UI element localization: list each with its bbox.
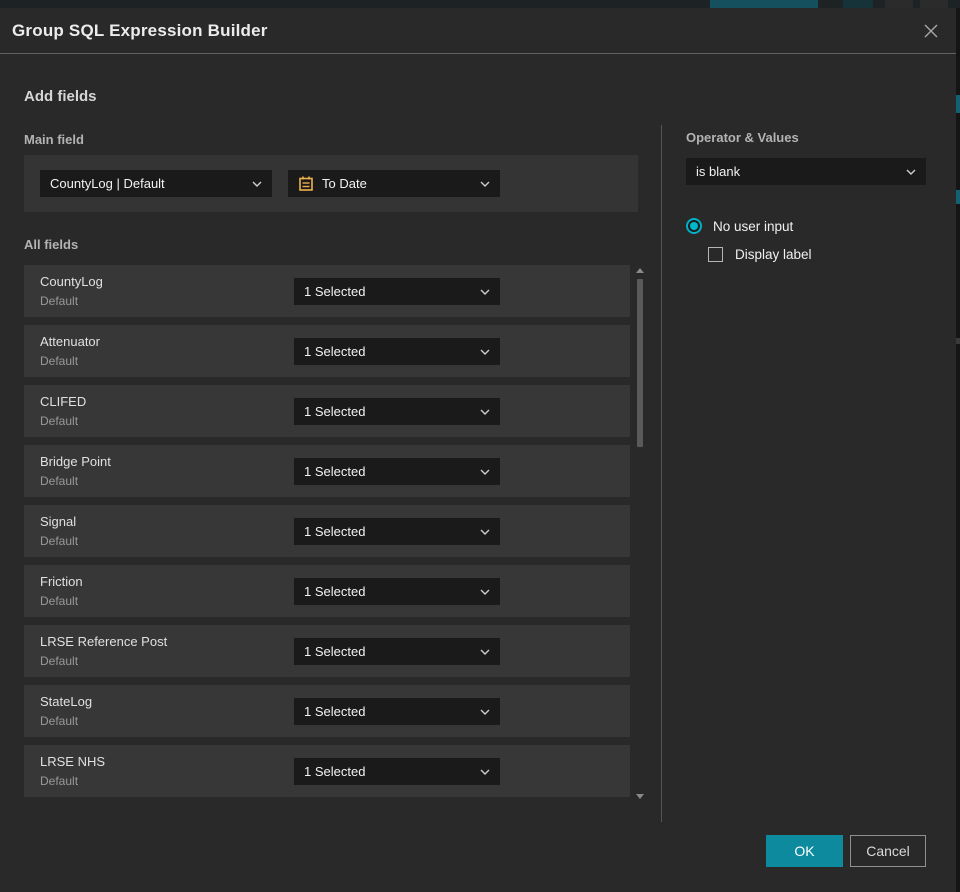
main-field-label: Main field xyxy=(24,132,84,147)
field-name: StateLog xyxy=(40,694,93,709)
chevron-down-icon xyxy=(252,181,262,187)
operator-values-panel: Operator & Values is blank No user input… xyxy=(686,130,926,262)
ok-button[interactable]: OK xyxy=(766,835,843,867)
field-row: Friction Default 1 Selected xyxy=(24,565,630,617)
screen: Live view Group SQL Expression Builder A… xyxy=(0,0,960,892)
field-row: LRSE NHS Default 1 Selected xyxy=(24,745,630,797)
field-name: Friction xyxy=(40,574,83,589)
field-name: LRSE Reference Post xyxy=(40,634,168,649)
all-fields-label: All fields xyxy=(24,237,79,252)
chevron-down-icon xyxy=(480,529,490,535)
dialog-titlebar: Group SQL Expression Builder xyxy=(0,8,956,54)
operator-dropdown-value: is blank xyxy=(696,164,741,179)
chevron-down-icon xyxy=(480,181,490,187)
field-selected-value: 1 Selected xyxy=(304,584,366,599)
field-type-dropdown[interactable]: To Date xyxy=(288,170,500,197)
field-selected-dropdown[interactable]: 1 Selected xyxy=(294,578,500,605)
field-selected-value: 1 Selected xyxy=(304,704,366,719)
field-name: LRSE NHS xyxy=(40,754,106,769)
field-selected-dropdown[interactable]: 1 Selected xyxy=(294,458,500,485)
background-app-strip: Live view xyxy=(0,0,960,8)
scrollbar-thumb[interactable] xyxy=(637,279,643,447)
checkbox-unchecked-icon xyxy=(708,247,723,262)
field-selected-value: 1 Selected xyxy=(304,644,366,659)
field-selected-dropdown[interactable]: 1 Selected xyxy=(294,278,500,305)
fields-list-scrollbar[interactable] xyxy=(635,265,645,805)
chevron-down-icon xyxy=(480,649,490,655)
field-name: CLIFED xyxy=(40,394,87,409)
panel-divider xyxy=(661,125,662,822)
field-selected-value: 1 Selected xyxy=(304,284,366,299)
field-sublabel: Default xyxy=(40,294,79,308)
display-label-text: Display label xyxy=(735,247,812,262)
field-sublabel: Default xyxy=(40,654,79,668)
chevron-down-icon xyxy=(480,289,490,295)
chevron-down-icon xyxy=(480,769,490,775)
field-sublabel: Default xyxy=(40,354,79,368)
toolbar-fragment xyxy=(843,0,873,8)
field-sublabel: Default xyxy=(40,534,79,548)
field-row: Signal Default 1 Selected xyxy=(24,505,630,557)
toolbar-fragment xyxy=(885,0,913,8)
close-icon[interactable] xyxy=(920,20,942,42)
field-selected-value: 1 Selected xyxy=(304,524,366,539)
scroll-down-icon[interactable] xyxy=(636,794,644,799)
field-selected-dropdown[interactable]: 1 Selected xyxy=(294,758,500,785)
field-name: CountyLog xyxy=(40,274,103,289)
operator-values-heading: Operator & Values xyxy=(686,130,799,145)
field-selected-dropdown[interactable]: 1 Selected xyxy=(294,638,500,665)
scroll-up-icon[interactable] xyxy=(636,268,644,273)
operator-dropdown[interactable]: is blank xyxy=(686,158,926,185)
field-selected-value: 1 Selected xyxy=(304,404,366,419)
background-fragment xyxy=(956,338,960,344)
chevron-down-icon xyxy=(480,349,490,355)
field-sublabel: Default xyxy=(40,774,79,788)
field-sublabel: Default xyxy=(40,594,79,608)
background-app-sliver xyxy=(956,8,960,892)
field-selected-value: 1 Selected xyxy=(304,464,366,479)
field-row: Attenuator Default 1 Selected xyxy=(24,325,630,377)
field-selected-dropdown[interactable]: 1 Selected xyxy=(294,518,500,545)
main-field-dropdown[interactable]: CountyLog | Default xyxy=(40,170,272,197)
field-row: Bridge Point Default 1 Selected xyxy=(24,445,630,497)
field-selected-dropdown[interactable]: 1 Selected xyxy=(294,398,500,425)
calendar-icon xyxy=(298,176,314,192)
main-field-panel: CountyLog | Default To Date xyxy=(24,155,638,212)
no-user-input-label: No user input xyxy=(713,218,794,234)
chevron-down-icon xyxy=(480,409,490,415)
field-row: LRSE Reference Post Default 1 Selected xyxy=(24,625,630,677)
background-fragment xyxy=(956,190,960,204)
field-selected-value: 1 Selected xyxy=(304,344,366,359)
cancel-button[interactable]: Cancel xyxy=(850,835,926,867)
field-sublabel: Default xyxy=(40,474,79,488)
field-selected-value: 1 Selected xyxy=(304,764,366,779)
field-row: CLIFED Default 1 Selected xyxy=(24,385,630,437)
add-fields-heading: Add fields xyxy=(24,88,97,105)
main-field-dropdown-value: CountyLog | Default xyxy=(50,176,165,191)
toolbar-fragment xyxy=(920,0,948,8)
live-view-label: Live view xyxy=(736,0,785,3)
field-type-dropdown-value: To Date xyxy=(322,176,367,191)
chevron-down-icon xyxy=(480,469,490,475)
all-fields-list: CountyLog Default 1 Selected Attenuator … xyxy=(24,265,630,805)
radio-selected-icon xyxy=(686,218,702,234)
field-sublabel: Default xyxy=(40,714,79,728)
background-fragment xyxy=(956,95,960,113)
chevron-down-icon xyxy=(480,709,490,715)
live-view-button[interactable]: Live view xyxy=(710,0,818,8)
field-row: StateLog Default 1 Selected xyxy=(24,685,630,737)
field-selected-dropdown[interactable]: 1 Selected xyxy=(294,338,500,365)
group-sql-expression-builder-dialog: Group SQL Expression Builder Add fields … xyxy=(0,8,956,892)
field-name: Attenuator xyxy=(40,334,100,349)
display-label-checkbox[interactable]: Display label xyxy=(708,247,926,262)
chevron-down-icon xyxy=(906,169,916,175)
chevron-down-icon xyxy=(480,589,490,595)
field-sublabel: Default xyxy=(40,414,79,428)
dialog-title: Group SQL Expression Builder xyxy=(12,20,268,40)
no-user-input-radio[interactable]: No user input xyxy=(686,218,926,234)
field-row: CountyLog Default 1 Selected xyxy=(24,265,630,317)
field-name: Bridge Point xyxy=(40,454,111,469)
field-name: Signal xyxy=(40,514,77,529)
field-selected-dropdown[interactable]: 1 Selected xyxy=(294,698,500,725)
